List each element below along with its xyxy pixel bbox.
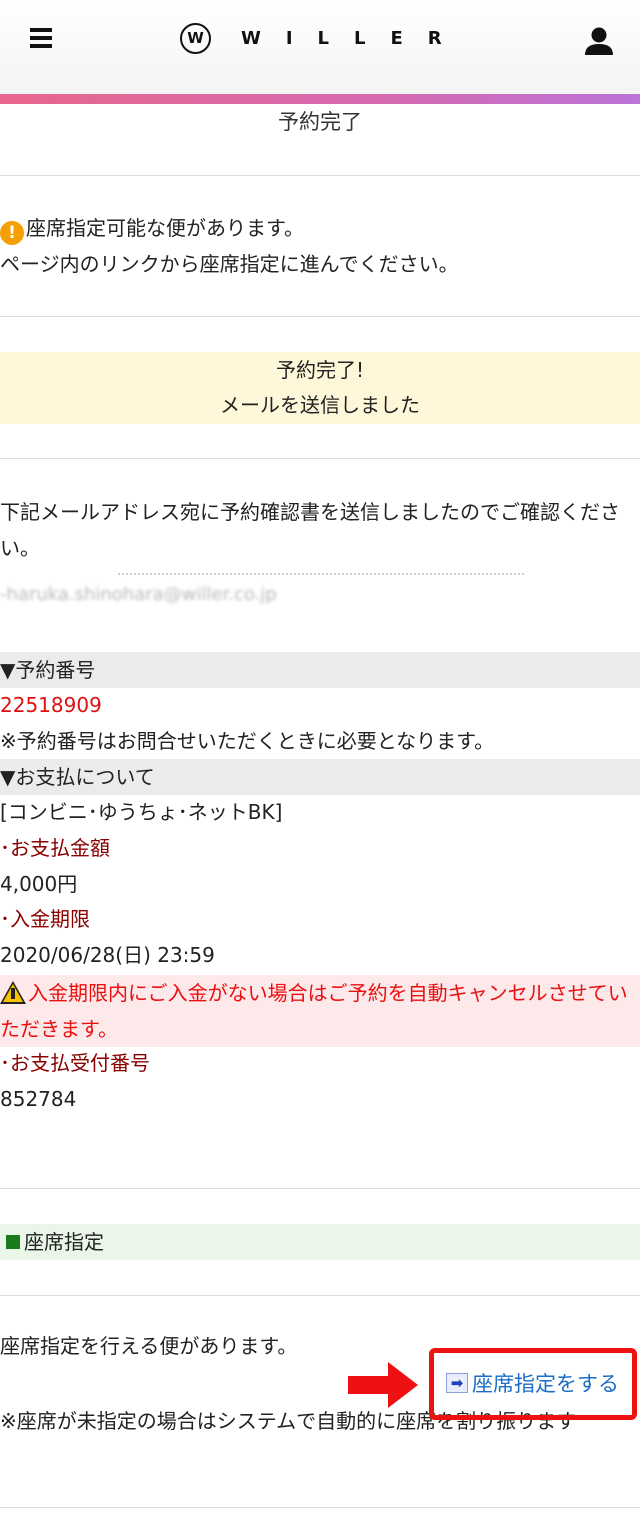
menu-icon[interactable] (30, 28, 52, 48)
seat-notice: ! 座席指定可能な便があります。 ページ内のリンクから座席指定に進んでください。 (0, 210, 640, 282)
willer-logo[interactable]: W WILLER (180, 22, 467, 54)
seat-section-heading: 座席指定 (0, 1224, 640, 1260)
deadline-value: 2020/06/28(日) 23:59 (0, 943, 215, 967)
page-title: 予約完了 (278, 110, 362, 134)
divider (0, 175, 640, 176)
receipt-label: ･お支払受付番号 (0, 1051, 150, 1075)
dotted-divider (118, 573, 524, 575)
warning-icon (0, 981, 26, 1004)
divider (0, 1507, 640, 1508)
divider (0, 1295, 640, 1296)
cancel-warning-box: 入金期限内にご入金がない場合はご予約を自動キャンセルさせていただきます。 (0, 975, 640, 1047)
divider (0, 316, 640, 317)
payment-method: [コンビニ･ゆうちょ･ネットBK] (0, 800, 283, 824)
seat-select-link[interactable]: ➡ 座席指定をする (446, 1366, 619, 1400)
reservation-number-heading: ▼予約番号 (0, 652, 640, 688)
logo-text: WILLER (241, 27, 467, 49)
seat-link-label[interactable]: 座席指定をする (472, 1368, 619, 1398)
reservation-note: ※予約番号はお問合せいただくときに必要となります。 (0, 729, 495, 753)
logo-mark: W (180, 22, 211, 54)
divider (0, 458, 640, 459)
cancel-warning-text: 入金期限内にご入金がない場合はご予約を自動キャンセルさせていただきます。 (0, 981, 628, 1041)
mail-sent-message: 下記メールアドレス宛に予約確認書を送信しましたのでご確認ください。 (0, 500, 620, 560)
arrow-right-icon: ➡ (446, 1373, 468, 1393)
amount-label: ･お支払金額 (0, 836, 110, 860)
notice-line2: ページ内のリンクから座席指定に進んでください。 (0, 252, 459, 276)
amount-value: 4,000円 (0, 872, 78, 896)
red-arrow-icon (348, 1362, 418, 1408)
app-header: W WILLER (0, 0, 640, 94)
seat-available-text: 座席指定を行える便があります。 (0, 1334, 298, 1358)
deadline-label: ･入金期限 (0, 907, 90, 931)
seat-heading-label: 座席指定 (24, 1230, 104, 1254)
green-square-icon (6, 1235, 20, 1249)
reservation-number: 22518909 (0, 693, 102, 717)
completion-subtitle: メールを送信しました (220, 393, 420, 417)
completion-banner: 予約完了! メールを送信しました (0, 352, 640, 424)
email-address: -haruka.shinohara@willer.co.jp (0, 584, 277, 605)
divider (0, 1188, 640, 1189)
notice-line1: 座席指定可能な便があります。 (26, 216, 304, 240)
header-accent-stripe (0, 94, 640, 104)
user-icon[interactable] (584, 26, 614, 56)
receipt-number: 852784 (0, 1087, 77, 1111)
exclamation-icon: ! (0, 221, 24, 245)
completion-title: 予約完了! (275, 358, 365, 382)
payment-heading: ▼お支払について (0, 759, 640, 795)
